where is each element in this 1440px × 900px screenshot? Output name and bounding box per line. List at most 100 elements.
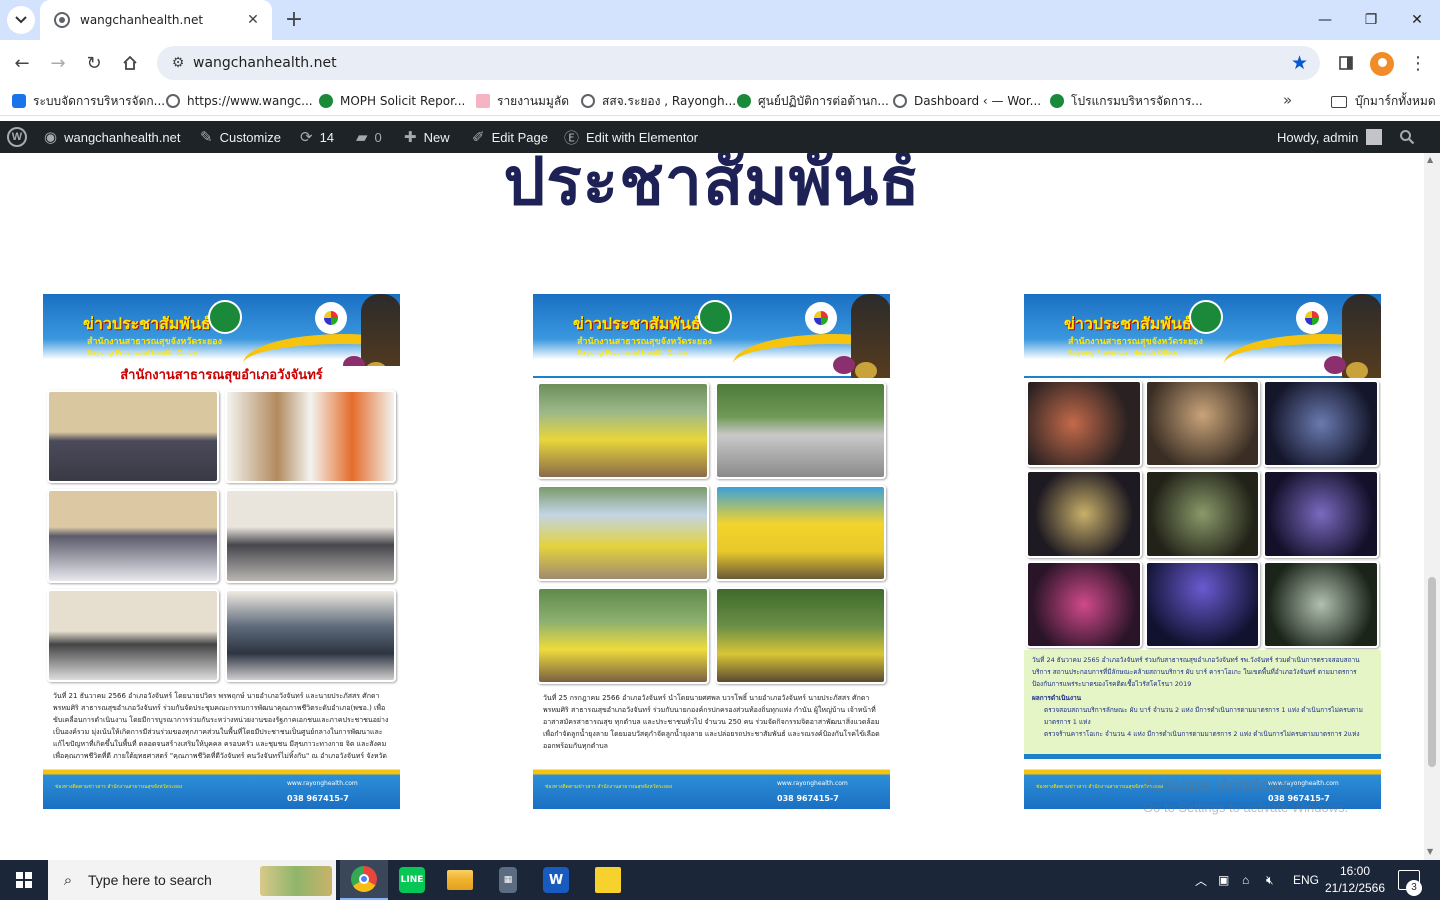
update-icon: ⟳ [300, 129, 313, 146]
bookmark-item[interactable]: รายงานมมูลัด [476, 92, 569, 110]
customize-link[interactable]: ✎ Customize [200, 121, 281, 153]
result-title: ผลการดำเนินงาน [1032, 694, 1082, 702]
phone-text: 038 967415-7 [287, 794, 349, 803]
website-text: www.rayonghealth.com [777, 780, 848, 787]
photo [224, 390, 396, 484]
taskbar-search-box[interactable]: ⌕ Type here to search [48, 860, 336, 900]
footer-text: ช่องทางติดตามข่าวสาร สำนักงานสาธารณสุขจั… [55, 784, 183, 790]
news-card[interactable]: ข่าวประชาสัมพันธ์ สำนักงานสาธารณสุขจังหว… [1024, 294, 1381, 809]
office-name-en: Rayong Provincial Health Office [1068, 349, 1179, 357]
reload-button[interactable]: ↻ [80, 49, 108, 77]
address-url[interactable]: wangchanhealth.net [193, 55, 337, 71]
photo [1144, 470, 1261, 558]
tray-app-icon[interactable]: ▣ [1218, 860, 1229, 900]
news-card[interactable]: ข่าวประชาสัมพันธ์ สำนักงานสาธารณสุขจังหว… [533, 294, 890, 809]
page-heading: ประชาสัมพันธ์ [503, 153, 921, 220]
line-icon: LINE [399, 867, 425, 893]
result-body: วันที่ 24 ธันวาคม 2565 อำเภอวังจันทร์ ร่… [1032, 656, 1360, 688]
show-hidden-icons-button[interactable]: ︿ [1195, 860, 1207, 900]
volume-button[interactable]: 🔇︎ [1266, 860, 1274, 900]
moph-icon [737, 94, 751, 108]
new-content-link[interactable]: ✚ New [404, 121, 450, 153]
bookmark-item[interactable]: ศูนย์ปฏิบัติการต่อต้านก... [737, 92, 889, 110]
tab-strip: wangchanhealth.net ✕ + — ❐ ✕ [0, 0, 1440, 40]
browser-tab[interactable]: wangchanhealth.net ✕ [40, 0, 272, 40]
bookmark-item[interactable]: MOPH Solicit Repor... [319, 92, 465, 110]
folder-icon [447, 870, 473, 890]
bookmark-item[interactable]: Dashboard ‹ — Wor... [893, 92, 1041, 110]
taskbar-app-word[interactable]: W [532, 860, 580, 900]
moph-logo-icon [1189, 300, 1223, 334]
arrow-right-icon: → [50, 52, 66, 74]
taskbar-app-sticky-notes[interactable] [584, 860, 632, 900]
updates-link[interactable]: ⟳ 14 [300, 121, 334, 153]
edit-elementor-link[interactable]: Ⓔ Edit with Elementor [564, 121, 698, 153]
browser-menu-button[interactable]: ⋮ [1404, 49, 1432, 77]
minimize-button[interactable]: — [1302, 6, 1348, 34]
chevron-down-icon [15, 16, 27, 24]
side-panel-button[interactable] [1332, 49, 1360, 77]
comments-link[interactable]: ▰ 0 [356, 121, 382, 153]
windows-logo-icon [16, 872, 32, 888]
page-scrollbar[interactable]: ▲ ▼ [1424, 153, 1440, 860]
page-content: ประชาสัมพันธ์ ข่าวประชาสัมพันธ์ สำนักงาน… [0, 153, 1424, 860]
result-panel: วันที่ 24 ธันวาคม 2565 อำเภอวังจันทร์ ร่… [1024, 650, 1381, 754]
wordpress-logo-button[interactable]: W [7, 121, 27, 153]
plus-icon: ✚ [404, 129, 417, 146]
bookmark-item[interactable]: ระบบจัดการบริหารจัดก... [12, 92, 165, 110]
bookmark-item[interactable]: โปรแกรมบริหารจัดการ... [1050, 92, 1203, 110]
new-tab-button[interactable]: + [282, 7, 306, 33]
fruit-image [833, 356, 855, 374]
site-name-link[interactable]: ◉ wangchanhealth.net [44, 121, 180, 153]
forward-button[interactable]: → [44, 49, 72, 77]
result-item: ตรวจสอบสถานบริการลักษณะ ผับ บาร์ จำนวน 2… [1044, 706, 1363, 726]
admin-search-button[interactable] [1399, 121, 1415, 153]
home-icon [123, 55, 137, 70]
photo [1144, 380, 1261, 468]
tab-close-button[interactable]: ✕ [244, 12, 262, 28]
photo-grid [533, 378, 890, 688]
watermark-title: Activate Windows [1143, 776, 1293, 797]
taskbar-app-explorer[interactable] [436, 860, 484, 900]
all-bookmarks-button[interactable]: บุ๊กมาร์กทั้งหมด [1331, 92, 1436, 111]
network-button[interactable]: ⌂ [1242, 860, 1249, 900]
search-icon: ⌕ [63, 871, 73, 889]
language-indicator[interactable]: ENG [1293, 860, 1319, 900]
photo [714, 587, 886, 684]
comments-count: 0 [374, 129, 382, 145]
bookmark-label: MOPH Solicit Repor... [340, 94, 466, 108]
profile-avatar[interactable] [1370, 52, 1394, 76]
edit-page-link[interactable]: ✐ Edit Page [472, 121, 548, 153]
bookmark-star-icon[interactable]: ★ [1291, 52, 1308, 74]
card-body-text: วันที่ 25 กรกฎาคม 2566 อำเภอวังจันทร์ นำ… [533, 688, 890, 764]
photo [1144, 560, 1261, 648]
folder-icon [1331, 95, 1347, 108]
fruit-image [1324, 356, 1346, 374]
address-bar[interactable]: ⚙ wangchanhealth.net ★ [157, 46, 1320, 80]
my-account-link[interactable]: Howdy, admin [1277, 121, 1383, 153]
start-button[interactable] [0, 860, 48, 900]
back-button[interactable]: ← [8, 49, 36, 77]
more-bookmarks-button[interactable]: » [1283, 91, 1292, 109]
taskbar-clock[interactable]: 16:00 21/12/2566 [1320, 863, 1390, 897]
taskbar-app-calculator[interactable]: ▦ [484, 860, 532, 900]
health-logo-icon [315, 302, 347, 334]
scroll-up-icon[interactable]: ▲ [1427, 155, 1433, 164]
chart-icon [476, 94, 490, 108]
taskbar-app-chrome[interactable] [340, 860, 388, 900]
site-info-icon[interactable]: ⚙ [163, 55, 193, 71]
scroll-down-icon[interactable]: ▼ [1427, 847, 1433, 856]
bookmark-label: ศูนย์ปฏิบัติการต่อต้านก... [758, 93, 889, 108]
close-window-button[interactable]: ✕ [1394, 6, 1440, 34]
taskbar-app-line[interactable]: LINE [388, 860, 436, 900]
bookmark-item[interactable]: สสจ.ระยอง , Rayongh... [581, 92, 736, 110]
tab-search-button[interactable] [7, 6, 35, 34]
scrollbar-thumb[interactable] [1428, 577, 1436, 767]
bookmark-item[interactable]: https://www.wangc... [166, 92, 313, 110]
globe-icon [893, 94, 907, 108]
customize-label: Customize [219, 129, 281, 145]
news-card[interactable]: ข่าวประชาสัมพันธ์ สำนักงานสาธารณสุขจังหว… [43, 294, 400, 809]
home-button[interactable] [116, 49, 144, 77]
maximize-button[interactable]: ❐ [1348, 6, 1394, 34]
photo [714, 484, 886, 582]
